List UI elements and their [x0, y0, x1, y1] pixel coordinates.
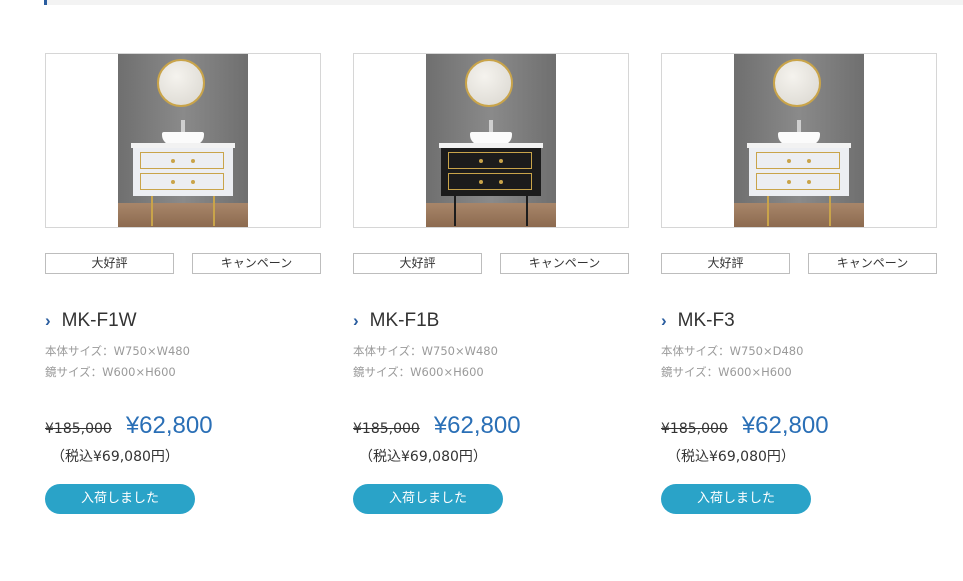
product-card: 大好評 キャンペーン › MK-F1B 本体サイズ：W750×W480 鏡サイズ…	[353, 53, 629, 514]
old-price: ¥185,000	[353, 421, 420, 437]
divider-accent	[44, 0, 47, 5]
tax-included-price: （税込¥69,080円）	[667, 449, 795, 465]
tax-included-price: （税込¥69,080円）	[51, 449, 179, 465]
product-photo	[734, 54, 864, 227]
tag-campaign: キャンペーン	[808, 253, 937, 274]
mirror-image	[157, 59, 205, 107]
in-stock-button[interactable]: 入荷しました	[45, 484, 195, 514]
product-tags: 大好評 キャンペーン	[661, 253, 937, 274]
product-name-link[interactable]: › MK-F1B	[353, 309, 629, 333]
product-name-link[interactable]: › MK-F1W	[45, 309, 321, 333]
in-stock-button[interactable]: 入荷しました	[353, 484, 503, 514]
cabinet-image	[133, 148, 233, 196]
product-image-frame[interactable]	[661, 53, 937, 228]
product-specs: 本体サイズ：W750×W480 鏡サイズ：W600×H600	[353, 341, 629, 383]
tag-campaign: キャンペーン	[192, 253, 321, 274]
product-name: MK-F1W	[61, 310, 137, 331]
in-stock-button[interactable]: 入荷しました	[661, 484, 811, 514]
mirror-image	[773, 59, 821, 107]
sale-price: ¥62,800	[433, 412, 521, 439]
tag-campaign: キャンペーン	[500, 253, 629, 274]
product-name: MK-F1B	[369, 310, 440, 331]
product-tags: 大好評 キャンペーン	[45, 253, 321, 274]
product-tags: 大好評 キャンペーン	[353, 253, 629, 274]
sale-price: ¥62,800	[741, 412, 829, 439]
product-name: MK-F3	[677, 310, 735, 331]
price-row: ¥185,000 ¥62,800	[661, 412, 937, 442]
cabinet-image	[749, 148, 849, 196]
old-price: ¥185,000	[661, 421, 728, 437]
tax-included-price: （税込¥69,080円）	[359, 449, 487, 465]
price-row: ¥185,000 ¥62,800	[353, 412, 629, 442]
sale-price: ¥62,800	[125, 412, 213, 439]
section-divider	[44, 0, 963, 5]
spec-body-size: 本体サイズ：W750×W480	[45, 344, 190, 358]
product-photo	[426, 54, 556, 227]
product-specs: 本体サイズ：W750×D480 鏡サイズ：W600×H600	[661, 341, 937, 383]
spec-body-size: 本体サイズ：W750×W480	[353, 344, 498, 358]
spec-mirror-size: 鏡サイズ：W600×H600	[353, 365, 484, 379]
spec-mirror-size: 鏡サイズ：W600×H600	[45, 365, 176, 379]
chevron-right-icon: ›	[353, 311, 359, 330]
price-row: ¥185,000 ¥62,800	[45, 412, 321, 442]
product-specs: 本体サイズ：W750×W480 鏡サイズ：W600×H600	[45, 341, 321, 383]
product-card: 大好評 キャンペーン › MK-F1W 本体サイズ：W750×W480 鏡サイズ…	[45, 53, 321, 514]
product-card: 大好評 キャンペーン › MK-F3 本体サイズ：W750×D480 鏡サイズ：…	[661, 53, 937, 514]
mirror-image	[465, 59, 513, 107]
spec-mirror-size: 鏡サイズ：W600×H600	[661, 365, 792, 379]
chevron-right-icon: ›	[661, 311, 667, 330]
product-image-frame[interactable]	[45, 53, 321, 228]
chevron-right-icon: ›	[45, 311, 51, 330]
product-name-link[interactable]: › MK-F3	[661, 309, 937, 333]
old-price: ¥185,000	[45, 421, 112, 437]
cabinet-image	[441, 148, 541, 196]
product-photo	[118, 54, 248, 227]
tag-popular: 大好評	[661, 253, 790, 274]
tag-popular: 大好評	[45, 253, 174, 274]
spec-body-size: 本体サイズ：W750×D480	[661, 344, 804, 358]
product-image-frame[interactable]	[353, 53, 629, 228]
tag-popular: 大好評	[353, 253, 482, 274]
